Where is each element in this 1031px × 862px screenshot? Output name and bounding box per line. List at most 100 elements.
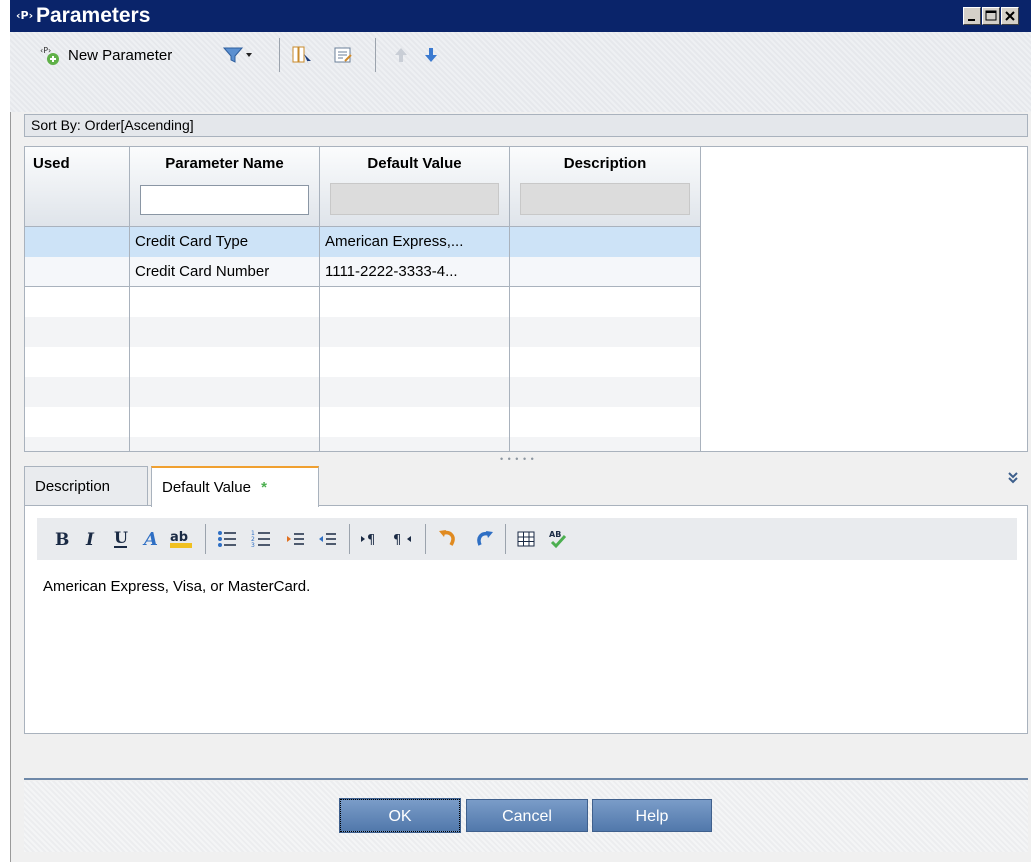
column-header-label: Used — [33, 155, 70, 172]
maximize-button[interactable] — [982, 7, 1000, 25]
arrow-down-icon — [425, 48, 437, 62]
svg-text:U: U — [114, 528, 128, 547]
parameters-icon: ‹P› — [16, 8, 36, 24]
rtl-button[interactable]: ¶ — [389, 526, 417, 552]
default-value-filter-input[interactable] — [330, 183, 499, 215]
select-columns-button[interactable] — [291, 40, 313, 70]
tab-description[interactable]: Description — [24, 466, 148, 506]
modified-marker: * — [261, 479, 267, 496]
ltr-button[interactable]: ¶ — [357, 526, 385, 552]
empty-cell — [320, 377, 510, 407]
table-row[interactable]: Credit Card Number 1111-2222-3333-4... — [25, 257, 701, 287]
parameter-name-filter-input[interactable] — [140, 185, 309, 215]
bold-button[interactable]: B — [51, 526, 71, 552]
bulleted-list-button[interactable] — [215, 526, 239, 552]
column-header-default-value[interactable]: Default Value — [320, 147, 510, 227]
tab-default-value[interactable]: Default Value * — [151, 466, 319, 507]
italic-button[interactable]: I — [81, 526, 101, 552]
column-header-label: Default Value — [367, 155, 462, 172]
minimize-button[interactable] — [963, 7, 981, 25]
cell-used — [25, 257, 130, 287]
left-to-right-icon: ¶ — [361, 533, 375, 548]
move-down-button[interactable] — [422, 40, 440, 70]
font-color-button[interactable]: A — [139, 526, 163, 552]
undo-button[interactable] — [435, 526, 461, 552]
columns-icon — [292, 46, 311, 65]
table-row[interactable]: Credit Card Type American Express,... — [25, 227, 701, 257]
collapse-panel-icon[interactable] — [1006, 470, 1020, 487]
empty-cell — [510, 317, 701, 347]
numbered-list-button[interactable]: 123 — [249, 526, 273, 552]
column-header-used[interactable]: Used — [25, 147, 130, 227]
move-up-button[interactable] — [392, 40, 410, 70]
font-color-icon: A — [142, 529, 158, 550]
redo-button[interactable] — [471, 526, 497, 552]
empty-cell — [510, 287, 701, 317]
insert-table-button[interactable] — [513, 526, 539, 552]
empty-cell — [25, 377, 130, 407]
svg-text:¶: ¶ — [367, 533, 375, 548]
cancel-button[interactable]: Cancel — [466, 799, 588, 832]
cell-default-value: 1111-2222-3333-4... — [320, 257, 510, 287]
outdent-button[interactable] — [315, 526, 339, 552]
empty-row — [25, 287, 701, 317]
new-parameter-button[interactable]: ‹P› New Parameter — [40, 40, 172, 70]
redo-icon — [477, 531, 493, 546]
tab-label: Description — [35, 478, 111, 495]
new-parameter-label: New Parameter — [68, 46, 173, 64]
title-bar[interactable]: ‹P› Parameters — [10, 0, 1031, 32]
empty-cell — [320, 347, 510, 377]
empty-row — [25, 437, 701, 451]
empty-cell — [130, 347, 320, 377]
empty-cell — [510, 407, 701, 437]
divider — [24, 778, 1028, 780]
cell-parameter-name: Credit Card Number — [130, 257, 320, 287]
empty-cell — [510, 347, 701, 377]
cell-parameter-name: Credit Card Type — [130, 227, 320, 257]
empty-row — [25, 347, 701, 377]
filter-dropdown-button[interactable] — [222, 40, 254, 70]
empty-cell — [25, 287, 130, 317]
close-button[interactable] — [1001, 7, 1019, 25]
table-icon — [517, 531, 535, 547]
underline-button[interactable]: U — [109, 526, 133, 552]
new-parameter-icon: ‹P› — [40, 46, 59, 65]
default-value-editor[interactable]: B I U A ab 123 ¶ ¶ AB American Express, … — [24, 505, 1028, 734]
empty-cell — [130, 287, 320, 317]
description-filter-input[interactable] — [520, 183, 690, 215]
spell-check-icon: AB — [549, 530, 567, 549]
svg-text:3: 3 — [251, 542, 255, 549]
format-separator — [205, 524, 206, 554]
bulleted-list-icon — [218, 531, 236, 547]
spell-check-button[interactable]: AB — [545, 526, 571, 552]
right-to-left-icon: ¶ — [393, 533, 411, 548]
empty-cell — [510, 437, 701, 451]
column-header-parameter-name[interactable]: Parameter Name — [130, 147, 320, 227]
help-button[interactable]: Help — [592, 799, 712, 832]
detail-tabs: Description Default Value * — [24, 466, 1028, 507]
highlight-button[interactable]: ab — [167, 526, 195, 552]
formatting-toolbar: B I U A ab 123 ¶ ¶ AB — [37, 518, 1017, 560]
ok-button[interactable]: OK — [339, 798, 461, 833]
empty-row — [25, 377, 701, 407]
splitter-handle[interactable]: • • • • • — [500, 454, 544, 464]
empty-cell — [25, 437, 130, 451]
left-border — [0, 0, 11, 862]
empty-cell — [130, 377, 320, 407]
svg-text:¶: ¶ — [393, 533, 401, 548]
format-separator — [425, 524, 426, 554]
underline-icon: U — [114, 528, 128, 548]
cell-description — [510, 257, 701, 287]
empty-cell — [25, 347, 130, 377]
column-header-description[interactable]: Description — [510, 147, 701, 227]
empty-row — [25, 407, 701, 437]
numbered-list-icon: 123 — [251, 530, 270, 549]
close-icon — [1005, 11, 1015, 21]
empty-cell — [320, 437, 510, 451]
indent-button[interactable] — [283, 526, 307, 552]
details-button[interactable] — [332, 40, 354, 70]
toolbar-separator — [375, 38, 376, 72]
editor-text[interactable]: American Express, Visa, or MasterCard. — [43, 578, 310, 595]
empty-cell — [320, 407, 510, 437]
svg-text:‹P›: ‹P› — [16, 9, 33, 22]
